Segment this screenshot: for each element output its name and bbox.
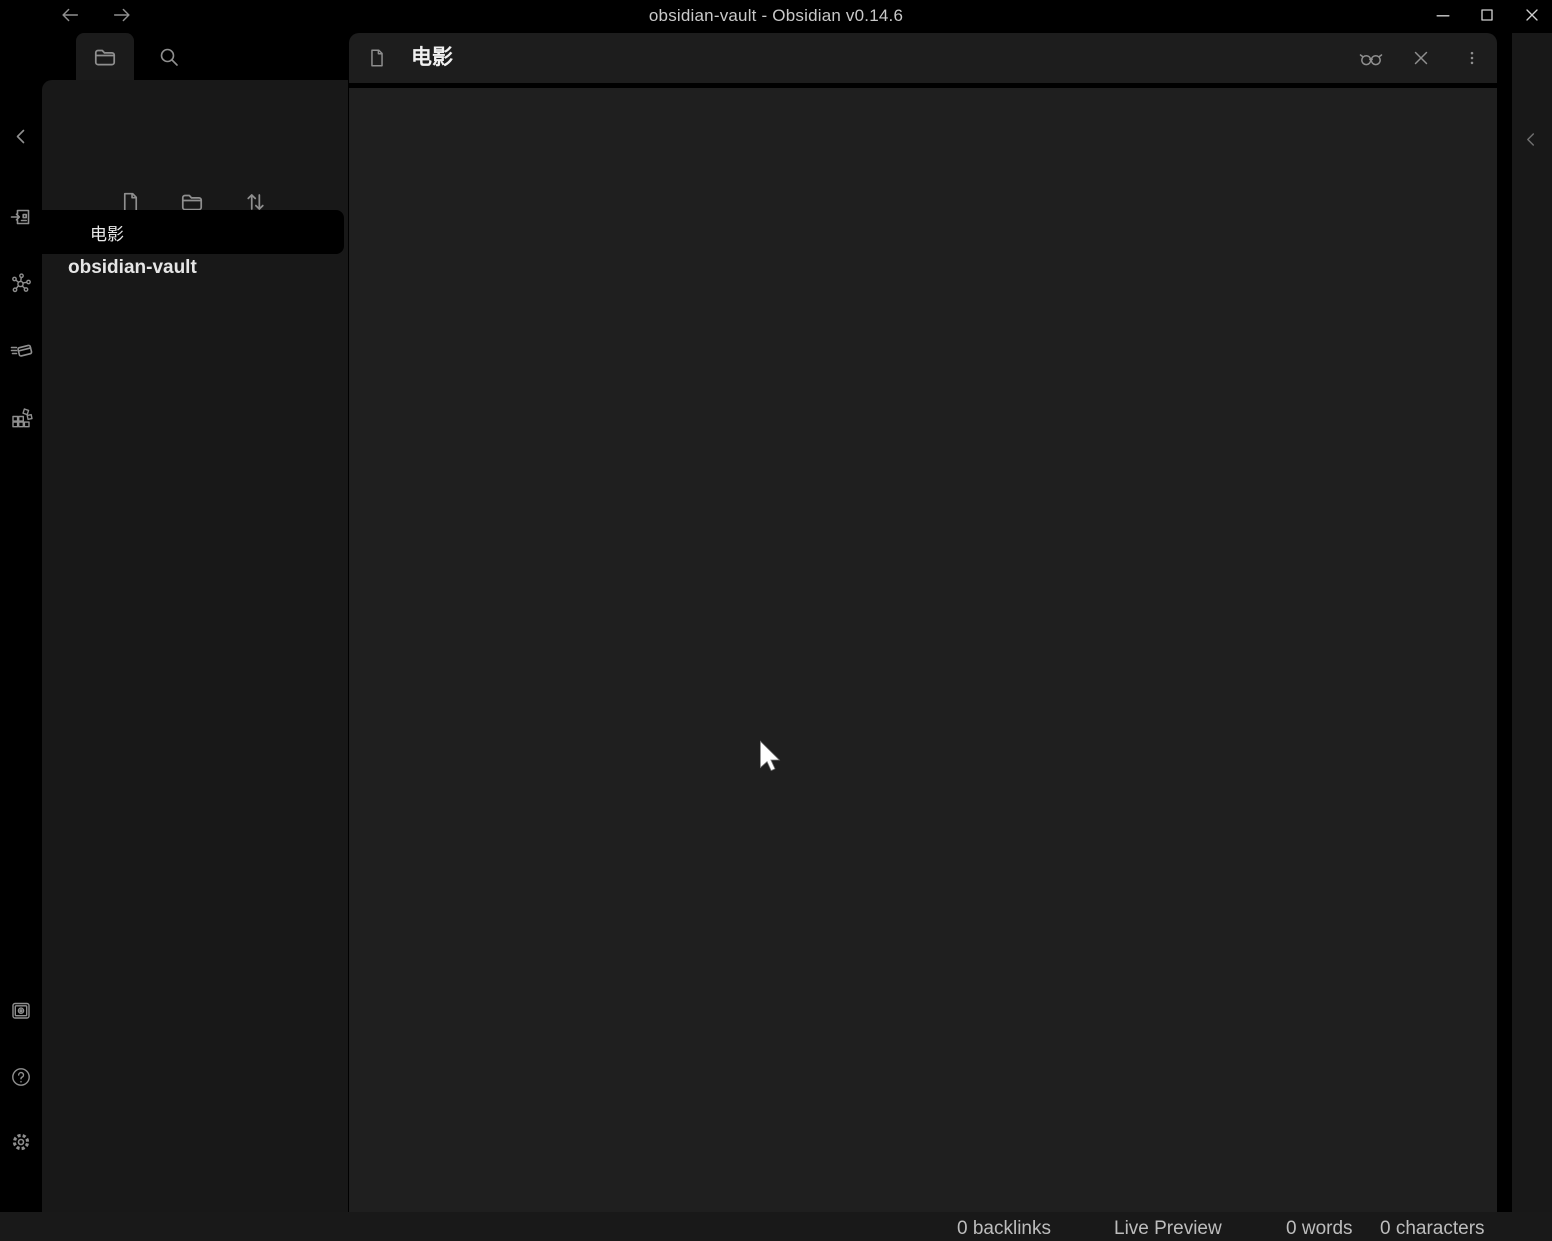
chevron-left-icon — [9, 124, 33, 148]
gear-icon — [9, 1130, 33, 1154]
ribbon-random-note-button[interactable] — [9, 405, 33, 429]
close-icon — [1410, 47, 1432, 69]
glasses-icon — [1358, 45, 1384, 71]
right-sidebar-strip — [1512, 33, 1552, 1212]
document-icon — [366, 47, 388, 69]
close-icon — [1522, 5, 1542, 25]
open-another-vault-button[interactable] — [9, 998, 33, 1022]
status-word-count: 0 words — [1286, 1218, 1353, 1240]
minimize-button[interactable] — [1431, 3, 1455, 27]
vertical-dots-icon — [1463, 47, 1481, 69]
more-options-button[interactable] — [1459, 45, 1485, 71]
close-window-button[interactable] — [1520, 3, 1544, 27]
close-tab-button[interactable] — [1408, 45, 1434, 71]
status-backlinks[interactable]: 0 backlinks — [957, 1218, 1051, 1240]
folder-icon — [92, 44, 118, 70]
status-bar: 0 backlinks Live Preview 0 words 0 chara… — [0, 1212, 1552, 1241]
maximize-icon — [1477, 5, 1497, 25]
graph-icon — [9, 271, 33, 295]
blocks-icon — [9, 405, 33, 429]
file-explorer-panel: obsidian-vault 电影 — [42, 80, 348, 1212]
ribbon-quick-switcher-button[interactable] — [9, 204, 33, 228]
ribbon-graph-view-button[interactable] — [9, 271, 33, 295]
editor-pane[interactable] — [349, 88, 1497, 1212]
reading-view-button[interactable] — [1358, 45, 1384, 71]
ribbon-new-zettelkasten-note-button[interactable] — [9, 338, 33, 362]
minimize-icon — [1433, 5, 1453, 25]
maximize-button[interactable] — [1475, 3, 1499, 27]
help-icon — [9, 1065, 33, 1089]
collapse-left-sidebar-button[interactable] — [9, 124, 33, 148]
chevron-left-icon — [1520, 128, 1542, 150]
help-button[interactable] — [9, 1065, 33, 1089]
file-item-label: 电影 — [90, 220, 124, 245]
go-to-file-icon — [9, 204, 33, 228]
sidebar-tab-file-explorer[interactable] — [76, 33, 134, 80]
vault-safe-icon — [9, 998, 33, 1022]
left-ribbon — [0, 30, 42, 1212]
note-tab-header[interactable]: 电影 — [349, 33, 1497, 83]
note-title: 电影 — [411, 33, 453, 83]
sidebar-tab-search[interactable] — [140, 33, 198, 80]
vault-name-header[interactable]: obsidian-vault — [68, 257, 197, 279]
file-item-selected[interactable]: 电影 — [42, 210, 344, 254]
status-editor-mode[interactable]: Live Preview — [1114, 1218, 1222, 1240]
status-character-count: 0 characters — [1380, 1218, 1485, 1240]
search-icon — [157, 45, 181, 69]
window-title: obsidian-vault - Obsidian v0.14.6 — [0, 6, 1552, 26]
expand-right-sidebar-button[interactable] — [1520, 128, 1542, 150]
card-speed-icon — [9, 338, 33, 362]
titlebar: obsidian-vault - Obsidian v0.14.6 — [0, 0, 1552, 30]
settings-button[interactable] — [9, 1130, 33, 1154]
